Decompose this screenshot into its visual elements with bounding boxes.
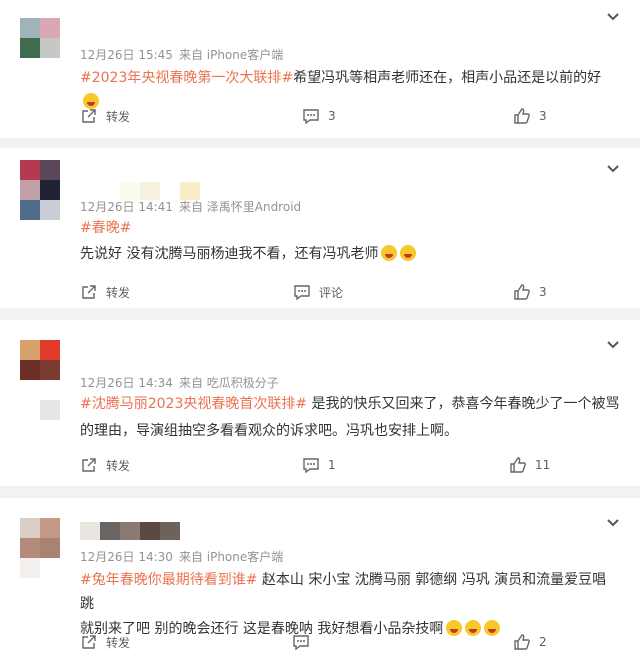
avatar[interactable] bbox=[20, 18, 60, 58]
comment-meta: 12月26日 14:41 来自 泽禹怀里Android bbox=[80, 198, 307, 215]
hashtag-link[interactable]: #兔年春晚你最期待看到谁# bbox=[80, 572, 257, 588]
repost-icon bbox=[82, 109, 96, 123]
comment-count: 3 bbox=[328, 109, 336, 123]
hashtag-link[interactable]: #2023年央视春晚第一次大联排# bbox=[80, 70, 293, 86]
repost-label: 转发 bbox=[106, 458, 131, 473]
repost-button[interactable]: 转发 bbox=[80, 630, 130, 654]
comment-button[interactable]: 1 bbox=[302, 453, 336, 477]
repost-label: 转发 bbox=[106, 285, 131, 300]
comment-card: 12月26日 14:34 来自 吃瓜积极分子 #沈腾马丽2023央视春晚首次联排#… bbox=[0, 320, 640, 486]
repost-button[interactable]: 转发 bbox=[80, 104, 130, 128]
like-button[interactable]: 11 bbox=[509, 453, 550, 477]
chevron-down-icon[interactable] bbox=[606, 162, 620, 176]
comment-meta: 12月26日 14:30 来自 iPhone客户端 bbox=[80, 548, 289, 565]
like-count: 11 bbox=[535, 458, 551, 472]
timestamp: 12月26日 14:41 bbox=[80, 200, 173, 214]
thumbs-up-icon bbox=[510, 457, 526, 473]
avatar[interactable] bbox=[20, 160, 60, 220]
cry-emoji-icon bbox=[381, 245, 398, 261]
comment-meta: 12月26日 15:45 来自 iPhone客户端 bbox=[80, 46, 289, 63]
avatar[interactable] bbox=[20, 340, 60, 420]
like-count: 2 bbox=[539, 635, 547, 649]
comment-text: #春晚# 先说好 没有沈腾马丽杨迪我不看，还有冯巩老师 bbox=[80, 216, 620, 266]
repost-icon bbox=[82, 458, 96, 472]
like-button[interactable]: 3 bbox=[513, 104, 547, 128]
source: 来自 泽禹怀里Android bbox=[178, 200, 302, 214]
blurred-username bbox=[80, 522, 180, 540]
comment-button[interactable]: 3 bbox=[302, 104, 336, 128]
comment-body: 先说好 没有沈腾马丽杨迪我不看，还有冯巩老师 bbox=[80, 246, 379, 262]
thumbs-up-icon bbox=[514, 108, 530, 124]
timestamp: 12月26日 14:34 bbox=[80, 376, 173, 390]
thumbs-up-icon bbox=[514, 634, 530, 650]
like-count: 3 bbox=[539, 109, 547, 123]
like-button[interactable]: 2 bbox=[513, 630, 547, 654]
repost-button[interactable]: 转发 bbox=[80, 280, 130, 304]
comment-label: 评论 bbox=[319, 285, 344, 300]
repost-icon bbox=[82, 635, 96, 649]
chevron-down-icon[interactable] bbox=[606, 338, 620, 352]
action-bar: 转发 评论 3 bbox=[0, 280, 640, 304]
source: 来自 吃瓜积极分子 bbox=[178, 376, 279, 390]
comment-text: #沈腾马丽2023央视春晚首次联排# 是我的快乐又回来了，恭喜今年春晚少了一个被… bbox=[80, 392, 620, 443]
timestamp: 12月26日 15:45 bbox=[80, 48, 173, 62]
action-bar: 转发 2 bbox=[0, 630, 640, 654]
comment-button[interactable]: 评论 bbox=[293, 280, 343, 304]
comment-card: 12月26日 15:45 来自 iPhone客户端 #2023年央视春晚第一次大联… bbox=[0, 0, 640, 138]
comment-card: 12月26日 14:41 来自 泽禹怀里Android #春晚# 先说好 没有沈腾… bbox=[0, 148, 640, 308]
comment-body: 是我的快乐又回来了，恭喜今年春晚少了一个被骂 bbox=[307, 396, 620, 412]
chevron-down-icon[interactable] bbox=[606, 10, 620, 24]
comment-icon bbox=[293, 635, 309, 651]
comment-button[interactable] bbox=[292, 630, 318, 654]
chevron-down-icon[interactable] bbox=[606, 516, 620, 530]
comment-icon bbox=[303, 109, 319, 125]
source: 来自 iPhone客户端 bbox=[178, 48, 284, 62]
repost-label: 转发 bbox=[106, 109, 131, 124]
hashtag-link[interactable]: #沈腾马丽2023央视春晚首次联排# bbox=[80, 396, 307, 412]
hashtag-link[interactable]: #春晚# bbox=[80, 220, 131, 236]
thumbs-up-icon bbox=[514, 284, 530, 300]
cry-emoji-icon bbox=[400, 245, 417, 261]
comment-body-continued: 的理由，导演组抽空多看看观众的诉求吧。冯巩也安排上啊。 bbox=[80, 423, 458, 439]
comment-icon bbox=[294, 285, 310, 301]
source: 来自 iPhone客户端 bbox=[178, 550, 284, 564]
timestamp: 12月26日 14:30 bbox=[80, 550, 173, 564]
comment-count: 1 bbox=[328, 458, 336, 472]
action-bar: 转发 1 11 bbox=[0, 453, 640, 477]
comment-card: 12月26日 14:30 来自 iPhone客户端 #兔年春晚你最期待看到谁# 赵… bbox=[0, 498, 640, 672]
comment-feed: 12月26日 15:45 来自 iPhone客户端 #2023年央视春晚第一次大联… bbox=[0, 0, 640, 672]
repost-icon bbox=[82, 285, 96, 299]
repost-label: 转发 bbox=[106, 635, 131, 650]
repost-button[interactable]: 转发 bbox=[80, 453, 130, 477]
comment-body: 希望冯巩等相声老师还在，相声小品还是以前的好 bbox=[293, 70, 602, 86]
comment-icon bbox=[303, 458, 319, 474]
like-button[interactable]: 3 bbox=[513, 280, 547, 304]
avatar[interactable] bbox=[20, 518, 60, 578]
comment-meta: 12月26日 14:34 来自 吃瓜积极分子 bbox=[80, 374, 285, 391]
action-bar: 转发 3 3 bbox=[0, 104, 640, 128]
like-count: 3 bbox=[539, 285, 547, 299]
